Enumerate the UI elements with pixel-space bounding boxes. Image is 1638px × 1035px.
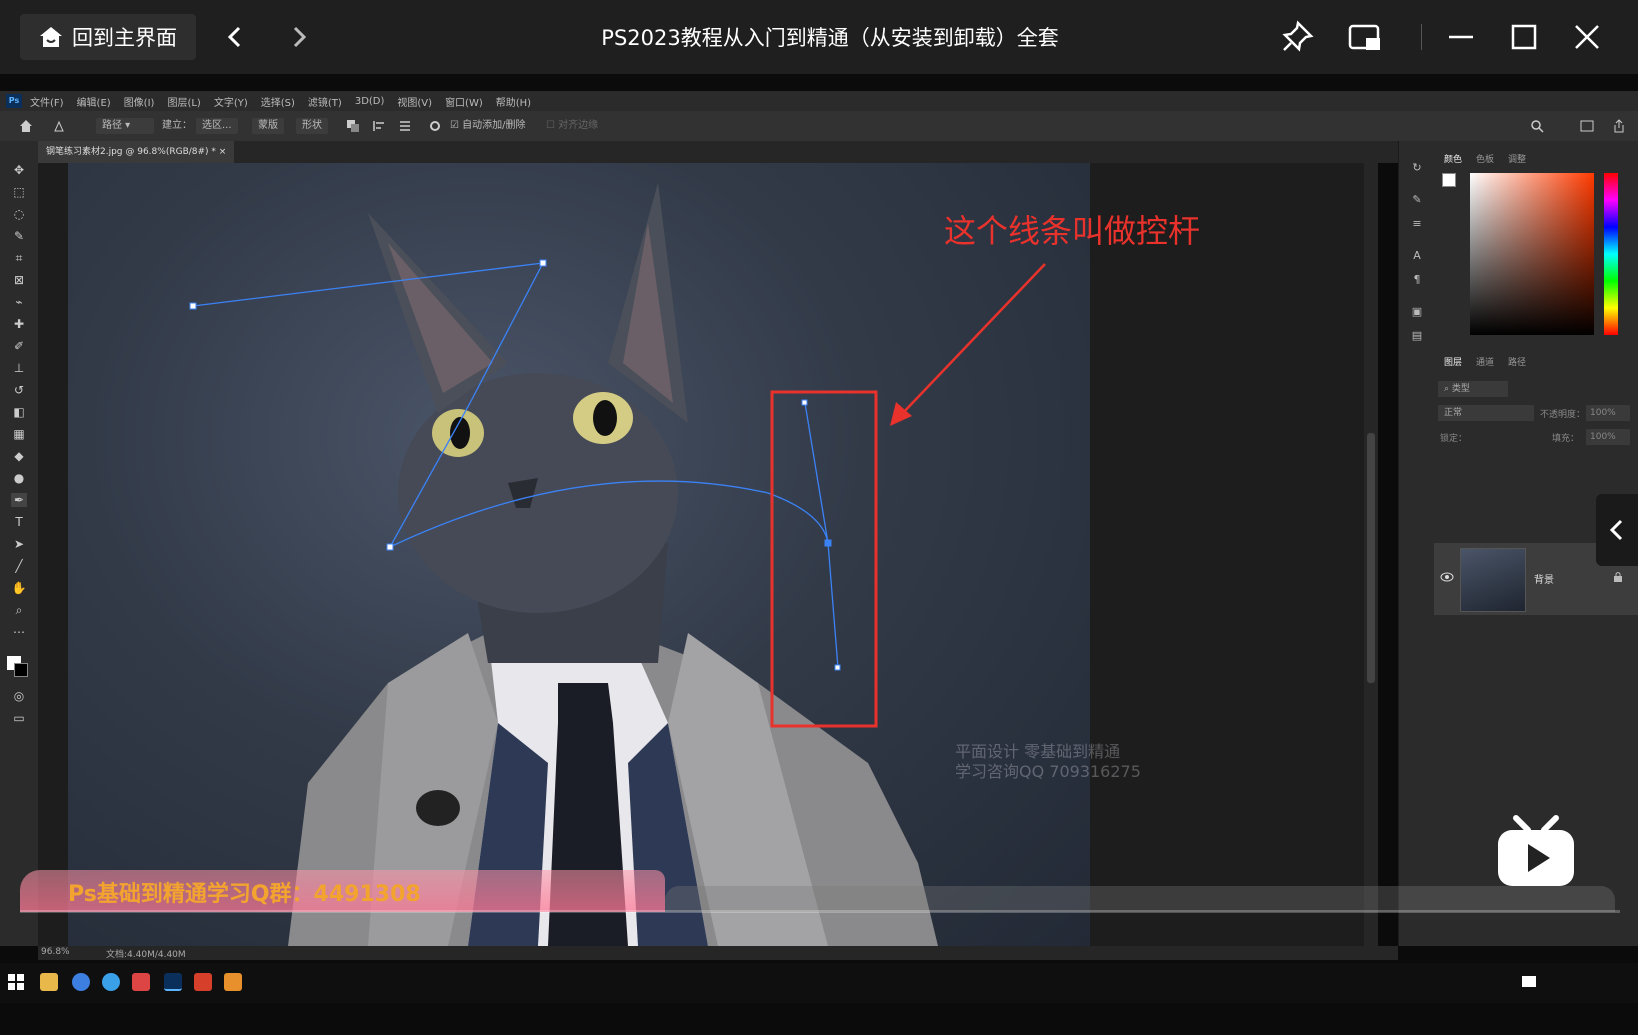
chevron-left-icon	[1609, 519, 1623, 541]
playback-progress-bar[interactable]	[20, 910, 1620, 913]
annotation-arrow-line	[899, 263, 1046, 417]
video-frame[interactable]: Ps 文件(F) 编辑(E) 图像(I) 图层(L) 文字(Y) 选择(S) 滤…	[0, 74, 1638, 1035]
back-button[interactable]	[218, 20, 252, 54]
forward-button[interactable]	[282, 20, 316, 54]
side-panel-toggle[interactable]	[1596, 494, 1638, 566]
title-bar-divider	[1421, 24, 1422, 50]
qq-group-banner: Ps基础到精通学习Q群：4491308	[68, 882, 421, 907]
player-title-bar: 回到主界面 PS2023教程从入门到精通（从安装到卸载）全套	[0, 0, 1638, 74]
maximize-icon[interactable]	[1505, 18, 1543, 56]
mini-window-icon[interactable]	[1346, 18, 1384, 56]
close-icon[interactable]	[1568, 18, 1606, 56]
home-button-label: 回到主界面	[72, 26, 177, 50]
chevron-right-icon	[293, 26, 307, 48]
annotation-highlight-box	[770, 390, 878, 728]
pin-icon[interactable]	[1278, 18, 1316, 56]
video-title: PS2023教程从入门到精通（从安装到卸载）全套	[601, 26, 1059, 50]
watermark-line-2: 学习咨询QQ 709316275	[955, 762, 1141, 781]
chevron-left-icon	[227, 26, 241, 48]
home-button[interactable]: 回到主界面	[20, 14, 196, 60]
watermark-line-1: 平面设计 零基础到精通	[955, 742, 1121, 761]
bilibili-logo-icon	[1498, 815, 1574, 886]
home-icon	[40, 27, 62, 47]
audio-waveform-remaining	[665, 886, 1615, 912]
course-watermark: 平面设计 零基础到精通 学习咨询QQ 709316275	[955, 742, 1141, 782]
minimize-icon[interactable]	[1442, 18, 1480, 56]
